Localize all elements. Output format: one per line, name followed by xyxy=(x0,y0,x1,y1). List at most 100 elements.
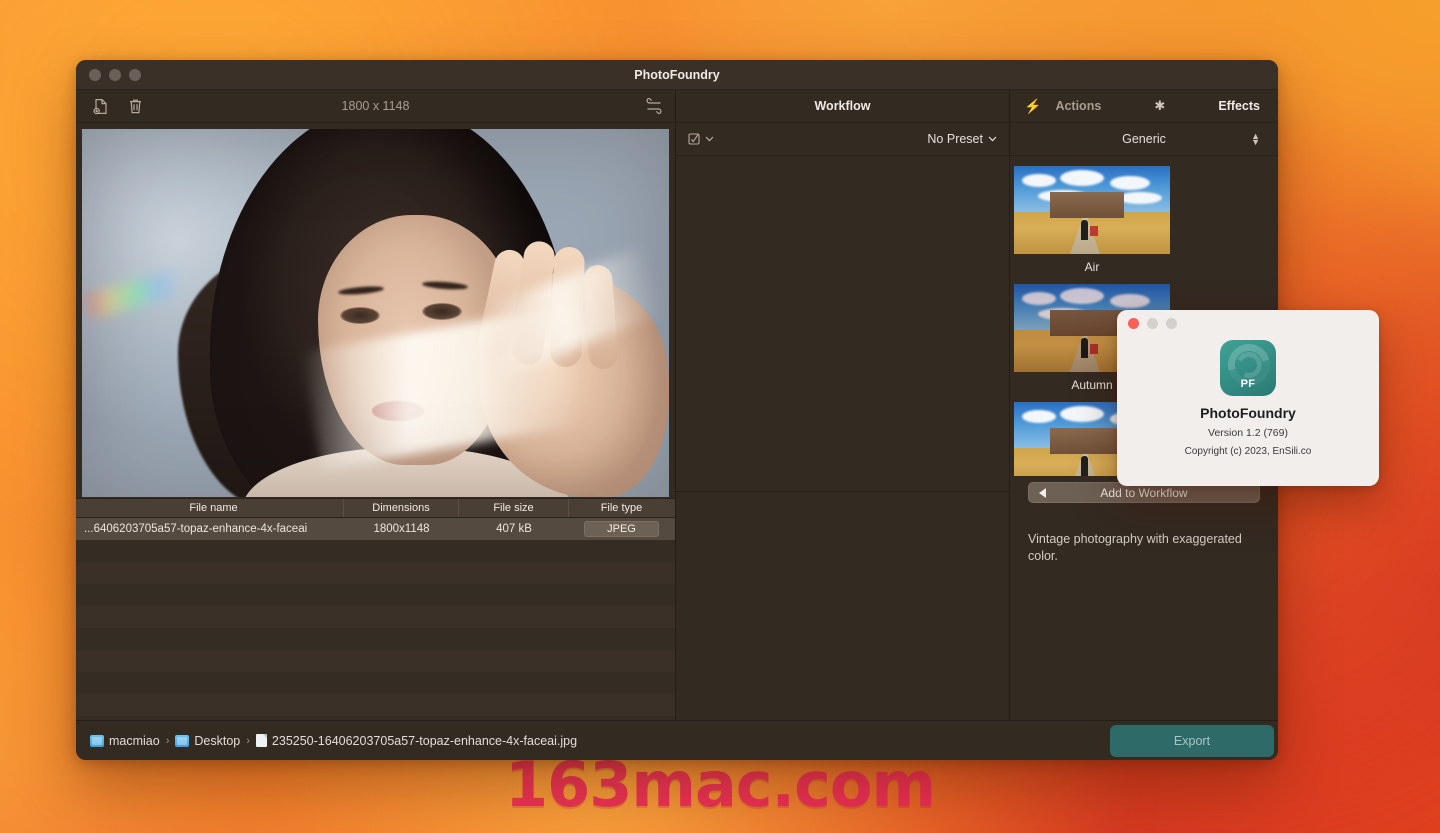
window-body: 1800 x 1148 File name Dimensions File si… xyxy=(76,90,1278,720)
preset-label: No Preset xyxy=(927,132,983,146)
cell-file-size: 407 kB xyxy=(496,523,532,535)
window-titlebar[interactable]: PhotoFoundry xyxy=(76,60,1278,90)
table-row[interactable]: ...6406203705a57-topaz-enhance-4x-faceai… xyxy=(76,518,675,540)
column-header-file-size[interactable]: File size xyxy=(459,499,569,517)
zoom-button[interactable] xyxy=(129,68,141,81)
chevron-down-icon xyxy=(988,136,997,142)
thumb-cloud xyxy=(1022,174,1056,187)
table-row-empty[interactable] xyxy=(76,584,675,606)
about-copyright: Copyright (c) 2023, EnSili.co xyxy=(1184,446,1312,457)
add-to-workflow-label: Add to Workflow xyxy=(1100,485,1188,500)
sparkle-icon[interactable]: ✱ xyxy=(1154,98,1165,114)
file-type-badge: JPEG xyxy=(584,521,659,537)
cell-file-name: ...6406203705a57-topaz-enhance-4x-faceai xyxy=(84,523,308,535)
file-table-rows: ...6406203705a57-topaz-enhance-4x-faceai… xyxy=(76,518,675,720)
table-row-empty[interactable] xyxy=(76,562,675,584)
trash-icon[interactable] xyxy=(122,94,148,118)
tab-actions[interactable]: Actions xyxy=(1051,99,1105,113)
about-app-name: PhotoFoundry xyxy=(1200,405,1296,421)
app-icon: PF xyxy=(1220,340,1276,396)
workflow-column: Workflow No Preset xyxy=(676,90,1010,720)
workflow-panel-title: Workflow xyxy=(676,90,1009,123)
table-row-empty[interactable] xyxy=(76,540,675,562)
cell-dimensions: 1800x1148 xyxy=(373,523,430,535)
table-row-empty[interactable] xyxy=(76,606,675,628)
preview-photo xyxy=(82,129,669,497)
folder-icon xyxy=(175,734,190,747)
breadcrumb-separator: › xyxy=(246,734,250,747)
effect-description: Vintage photography with exaggerated col… xyxy=(1028,532,1242,563)
table-row-empty[interactable] xyxy=(76,628,675,650)
breadcrumb-label: macmiao xyxy=(109,733,160,748)
export-button[interactable]: Export xyxy=(1110,724,1274,757)
thumb-cloud xyxy=(1118,192,1162,204)
minimize-button[interactable] xyxy=(109,68,121,81)
preset-selector[interactable]: No Preset xyxy=(927,132,997,146)
list-item[interactable]: Air xyxy=(1014,166,1170,274)
cell-file-type: JPEG xyxy=(569,518,674,540)
status-bar: macmiao › Desktop › 235250-16406203705a5… xyxy=(76,720,1278,760)
document-add-icon[interactable] xyxy=(88,94,114,118)
triangle-left-icon xyxy=(1039,487,1046,498)
thumb-person xyxy=(1081,220,1088,240)
effects-panel-filler xyxy=(1010,565,1278,720)
breadcrumb-label: Desktop xyxy=(194,733,241,748)
thumb-building xyxy=(1050,428,1124,454)
column-header-dimensions[interactable]: Dimensions xyxy=(344,499,459,517)
breadcrumb-separator: › xyxy=(165,734,170,747)
column-header-file-name[interactable]: File name xyxy=(76,499,344,517)
file-table: File name Dimensions File size File type… xyxy=(76,498,675,720)
about-dialog: PF PhotoFoundry Version 1.2 (769) Copyri… xyxy=(1117,310,1379,486)
chevron-down-icon xyxy=(705,136,714,142)
effects-panel-header: ⚡ Actions ✱ Effects xyxy=(1010,90,1278,123)
table-row-empty[interactable] xyxy=(76,694,675,716)
breadcrumb-item-file[interactable]: 235250-16406203705a57-topaz-enhance-4x-f… xyxy=(255,733,578,748)
checkbox-checked-icon xyxy=(688,133,700,145)
file-table-header: File name Dimensions File size File type xyxy=(76,498,675,518)
workflow-steps-area[interactable] xyxy=(676,156,1009,491)
breadcrumb-item-home[interactable]: macmiao xyxy=(90,734,160,748)
table-row-empty[interactable] xyxy=(76,650,675,672)
preview-column: 1800 x 1148 File name Dimensions File si… xyxy=(76,90,676,720)
effects-category-bar[interactable]: Generic ▲ ▼ xyxy=(1010,123,1278,156)
workflow-subbar: No Preset xyxy=(676,123,1009,156)
tab-effects[interactable]: Effects xyxy=(1214,99,1264,113)
close-button[interactable] xyxy=(89,68,101,81)
breadcrumb-label: 235250-16406203705a57-topaz-enhance-4x-f… xyxy=(271,733,578,748)
table-row-empty[interactable] xyxy=(76,672,675,694)
preview-toolbar: 1800 x 1148 xyxy=(76,90,675,123)
breadcrumb-item-desktop[interactable]: Desktop xyxy=(175,734,240,748)
effects-category-label: Generic xyxy=(1122,132,1166,146)
effect-label: Air xyxy=(1084,260,1100,274)
image-dimensions-label: 1800 x 1148 xyxy=(341,99,410,113)
swap-arrows-icon[interactable] xyxy=(645,98,663,114)
thumb-person xyxy=(1081,456,1088,476)
window-title: PhotoFoundry xyxy=(634,67,720,82)
about-minimize-button[interactable] xyxy=(1147,317,1158,329)
photo-vignette xyxy=(82,129,669,497)
thumb-bag xyxy=(1090,226,1098,236)
column-header-file-type[interactable]: File type xyxy=(569,499,674,517)
app-icon-text: PF xyxy=(1240,378,1256,390)
workflow-parameters-area[interactable] xyxy=(676,492,1009,720)
photofoundry-window: PhotoFoundry 1800 x 1148 File name Dimen… xyxy=(76,60,1278,760)
thumb-cloud xyxy=(1060,406,1104,422)
lightning-bolt-icon[interactable]: ⚡ xyxy=(1024,98,1041,115)
workflow-checkbox-dropdown[interactable] xyxy=(688,133,714,145)
document-icon xyxy=(255,734,267,747)
effect-thumbnail xyxy=(1014,166,1170,254)
window-traffic-lights xyxy=(76,68,141,81)
stepper-down: ▼ xyxy=(1251,137,1260,147)
about-zoom-button[interactable] xyxy=(1166,317,1177,329)
export-label: Export xyxy=(1173,733,1211,748)
about-version: Version 1.2 (769) xyxy=(1208,427,1288,439)
about-close-button[interactable] xyxy=(1128,317,1139,329)
thumb-cloud xyxy=(1110,176,1150,190)
stepper-up-down-icon[interactable]: ▲ ▼ xyxy=(1251,132,1260,147)
image-preview-area[interactable] xyxy=(76,123,675,498)
about-titlebar[interactable] xyxy=(1117,310,1379,336)
about-content: PF PhotoFoundry Version 1.2 (769) Copyri… xyxy=(1117,336,1379,457)
thumb-cloud xyxy=(1022,410,1056,423)
thumb-cloud xyxy=(1060,170,1104,186)
breadcrumb: macmiao › Desktop › 235250-16406203705a5… xyxy=(90,734,577,748)
